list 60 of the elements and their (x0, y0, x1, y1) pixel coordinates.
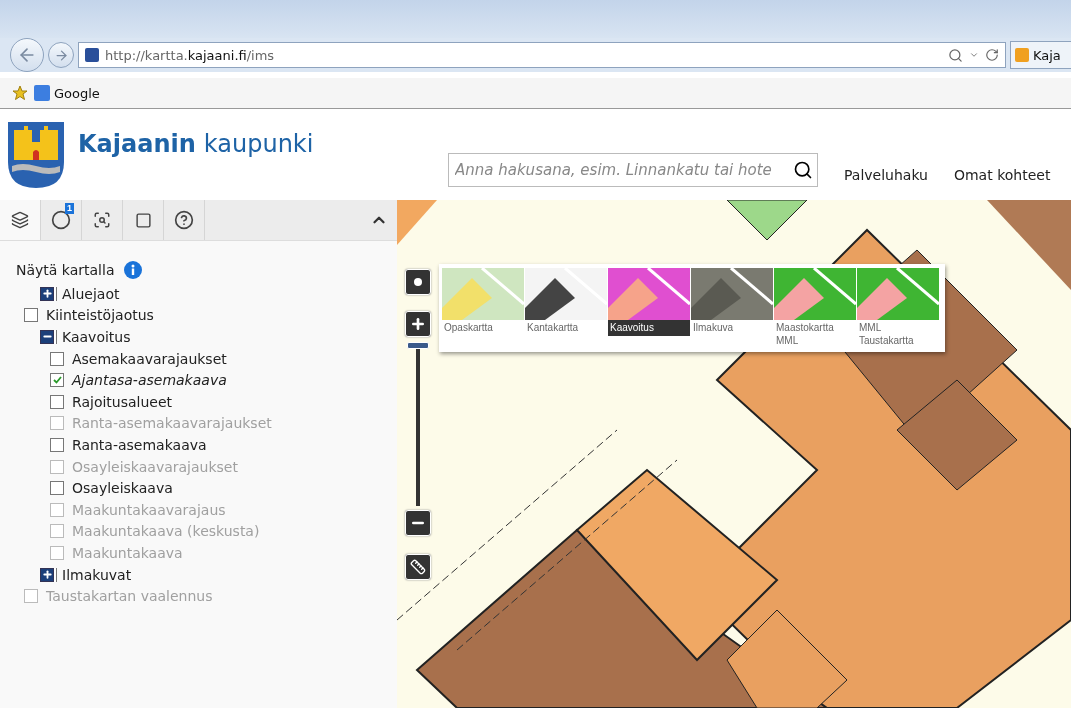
nav-link[interactable]: Omat kohteet (953, 167, 1051, 183)
search-field[interactable]: Anna hakusana, esim. Linnankatu tai hote (448, 153, 818, 187)
browser-tab[interactable]: Kaja (1010, 41, 1071, 69)
basemap-option[interactable]: MML Taustakartta (857, 268, 939, 348)
brand-name: Kajaanin (78, 130, 196, 158)
help-icon (174, 210, 194, 230)
site-icon (85, 48, 99, 62)
dropdown-icon[interactable] (969, 50, 979, 60)
basemap-option[interactable]: Ilmakuva (691, 268, 773, 348)
favorite-link[interactable]: Google (34, 85, 100, 101)
plus-icon (41, 569, 53, 580)
basemap-option[interactable]: Maastokartta MML (774, 268, 856, 348)
locate-button[interactable] (405, 269, 431, 295)
layer-group-label[interactable]: Kaavoitus (62, 329, 131, 345)
expand-button[interactable] (40, 567, 54, 582)
count-badge: 1 (65, 203, 74, 214)
layer-label[interactable]: Kiinteistöjaotus (46, 307, 154, 324)
nav-link[interactable]: Palveluhaku (844, 167, 928, 183)
coat-of-arms-logo (8, 122, 64, 188)
zoom-in-button[interactable] (405, 311, 431, 337)
layer-label[interactable]: Ajantasa-asemakaava (72, 372, 227, 389)
plus-icon (410, 316, 426, 332)
layers-icon (11, 211, 29, 229)
brand-subtitle: kaupunki (203, 130, 314, 158)
checkbox[interactable] (50, 351, 64, 366)
layer-group-label[interactable]: Ilmakuvat (62, 566, 132, 583)
favorites-star-icon[interactable] (12, 85, 28, 101)
sidebar-tab[interactable] (0, 200, 41, 240)
refresh-icon[interactable] (985, 48, 999, 62)
basemap-option[interactable]: Kaavoitus (608, 268, 690, 336)
forward-button[interactable] (48, 42, 74, 68)
back-button[interactable] (10, 38, 44, 72)
checkbox[interactable] (50, 394, 64, 409)
checkbox[interactable] (24, 308, 38, 323)
tab-icon (1015, 48, 1029, 62)
search-icon[interactable] (793, 160, 813, 180)
layer-label[interactable]: Rajoitusalueet (72, 393, 173, 410)
checkmark-icon (52, 376, 62, 385)
plus-icon (41, 288, 53, 300)
zoom-slider-handle[interactable] (407, 342, 429, 349)
measure-button[interactable] (405, 554, 431, 580)
checkbox[interactable] (50, 373, 64, 388)
ruler-icon (410, 559, 426, 575)
basemap-option[interactable]: Opaskartta (442, 268, 524, 348)
section-heading: Näytä kartalla (16, 262, 115, 278)
layer-label[interactable]: Asemakaavarajaukset (72, 350, 227, 367)
collapse-button[interactable] (40, 330, 54, 344)
zoom-slider[interactable] (407, 342, 429, 508)
layer-label[interactable]: Osayleiskaava (72, 480, 173, 497)
dot-icon (414, 278, 422, 286)
checkbox[interactable] (50, 437, 64, 452)
checkbox[interactable] (50, 481, 64, 496)
url-text: http://kartta.kajaani.fi/ims (105, 47, 275, 63)
address-bar[interactable]: http://kartta.kajaani.fi/ims (78, 42, 1006, 68)
layer-label[interactable]: Ranta-asemakaava (72, 436, 207, 453)
expand-button[interactable] (40, 286, 54, 301)
locate-search-icon (93, 211, 111, 229)
zoom-out-button[interactable] (405, 510, 431, 536)
layer-group-label[interactable]: Aluejaot (62, 285, 120, 302)
basemap-option[interactable]: Kantakartta (525, 268, 607, 348)
